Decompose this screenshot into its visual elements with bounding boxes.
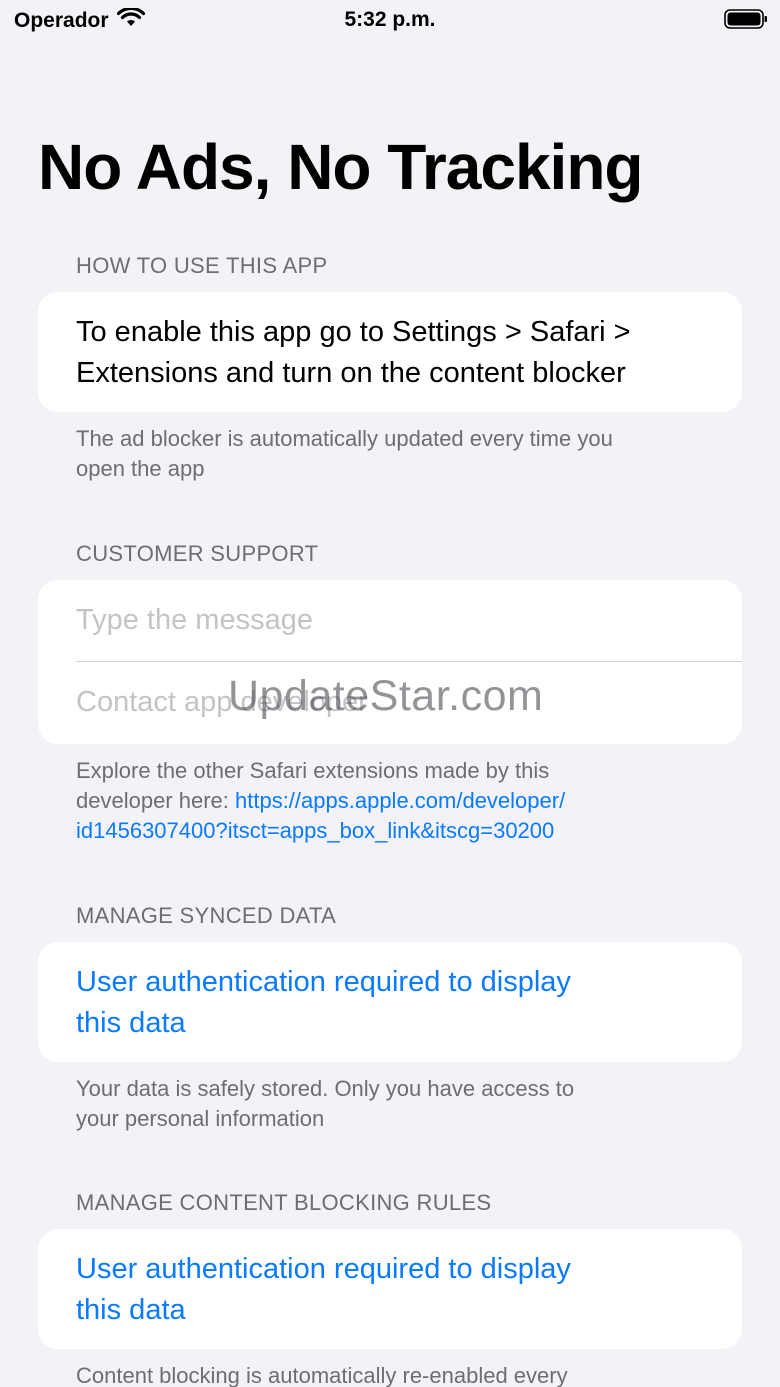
- support-footer-line-1: Explore the other Safari extensions made…: [76, 758, 550, 783]
- support-footer: Explore the other Safari extensions made…: [76, 756, 716, 846]
- rules-auth-line-1: User authentication required to display: [76, 1253, 571, 1285]
- status-bar: Operador 5:32 p.m.: [0, 0, 780, 44]
- rules-auth-line-2: this data: [76, 1294, 186, 1326]
- developer-link[interactable]: https://apps.apple.com/developer/: [235, 788, 565, 813]
- synced-footer-line-2: your personal information: [76, 1106, 325, 1131]
- section-header-how-to: HOW TO USE THIS APP: [76, 253, 328, 278]
- developer-link-continued[interactable]: id1456307400?itsct=apps_box_link&itscg=3…: [76, 818, 554, 843]
- synced-auth-line-1: User authentication required to display: [76, 966, 571, 998]
- section-header-rules: MANAGE CONTENT BLOCKING RULES: [76, 1190, 492, 1215]
- rules-footer: Content blocking is automatically re-ena…: [76, 1361, 716, 1387]
- section-header-synced: MANAGE SYNCED DATA: [76, 903, 337, 928]
- support-footer-line-3: id1456307400?itsct=apps_box_link&itscg=3…: [76, 816, 716, 846]
- how-to-line-1: To enable this app go to Settings > Safa…: [76, 316, 631, 348]
- synced-footer-line-1: Your data is safely stored. Only you hav…: [76, 1076, 575, 1101]
- rules-footer-line-1: Content blocking is automatically re-ena…: [76, 1363, 568, 1387]
- message-input[interactable]: Type the message: [76, 604, 313, 637]
- support-divider: [76, 661, 742, 662]
- how-to-footer-line-2: open the app: [76, 456, 205, 481]
- synced-auth-button[interactable]: User authentication required to display …: [76, 962, 706, 1044]
- synced-footer: Your data is safely stored. Only you hav…: [76, 1074, 716, 1134]
- how-to-instructions: To enable this app go to Settings > Safa…: [76, 312, 706, 394]
- support-footer-prefix: developer here:: [76, 788, 235, 813]
- rules-card: User authentication required to display …: [38, 1229, 742, 1349]
- support-footer-line-2: developer here: https://apps.apple.com/d…: [76, 786, 716, 816]
- contact-developer-button[interactable]: Contact app developer: [76, 686, 368, 719]
- section-header-support: CUSTOMER SUPPORT: [76, 541, 319, 566]
- how-to-footer: The ad blocker is automatically updated …: [76, 424, 716, 484]
- battery-icon: [724, 9, 768, 29]
- how-to-footer-line-1: The ad blocker is automatically updated …: [76, 426, 613, 451]
- how-to-line-2: Extensions and turn on the content block…: [76, 357, 626, 389]
- how-to-card: To enable this app go to Settings > Safa…: [38, 292, 742, 412]
- rules-auth-button[interactable]: User authentication required to display …: [76, 1249, 706, 1331]
- support-card: Type the message Contact app developer: [38, 580, 742, 744]
- synced-auth-line-2: this data: [76, 1007, 186, 1039]
- synced-card: User authentication required to display …: [38, 942, 742, 1062]
- page-title: No Ads, No Tracking: [38, 131, 643, 203]
- status-time: 5:32 p.m.: [344, 8, 436, 31]
